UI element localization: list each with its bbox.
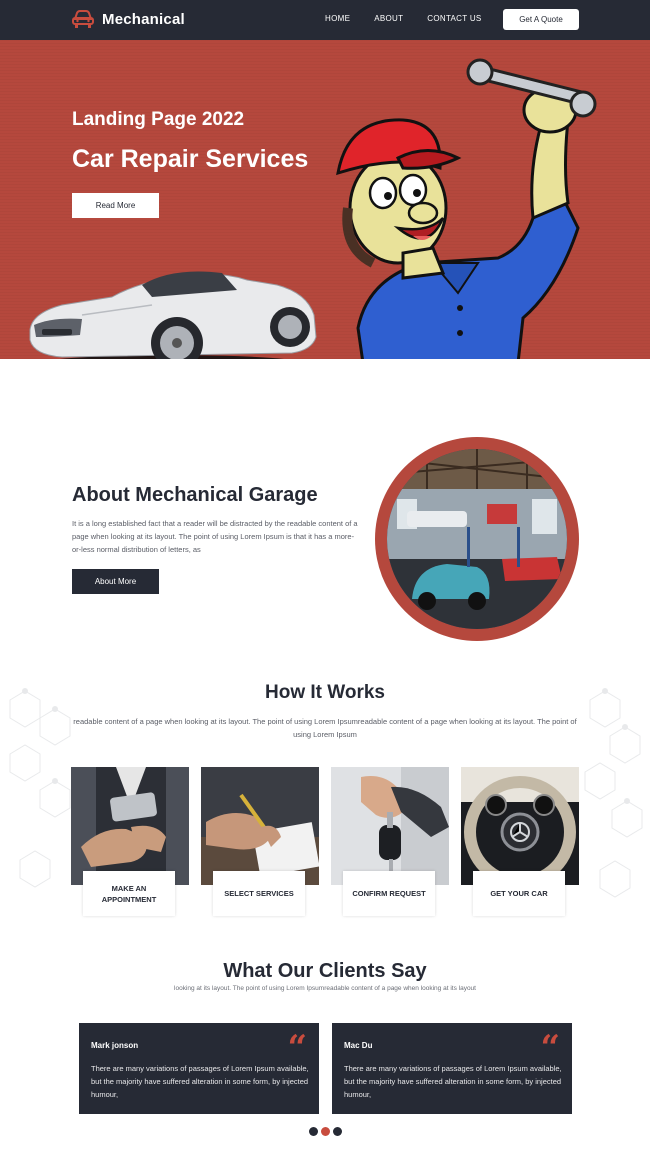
testimonial-text: There are many variations of passages of… <box>91 1064 309 1099</box>
steering-wheel-photo <box>461 767 579 885</box>
testimonial-author: Mac Du <box>344 1041 373 1050</box>
slider-dot-1[interactable] <box>309 1127 318 1136</box>
clients-description: looking at its layout. The point of usin… <box>174 985 476 992</box>
hero-subtitle: Landing Page 2022 <box>72 109 245 130</box>
car-keys-photo <box>331 767 449 885</box>
nav-home[interactable]: HOME <box>325 14 350 23</box>
step-card-get-car[interactable]: GET YOUR CAR <box>461 767 579 916</box>
slider-dot-3[interactable] <box>333 1127 342 1136</box>
top-navbar: Mechanical HOME ABOUT CONTACT US Get A Q… <box>0 0 650 40</box>
logo[interactable]: Mechanical <box>72 9 185 29</box>
testimonial-card: Mark jonson “ There are many variations … <box>79 1023 319 1114</box>
step-card-services[interactable]: SELECT SERVICES <box>201 767 319 916</box>
brand-name: Mechanical <box>102 10 185 28</box>
mechanic-mascot-illustration <box>336 58 597 359</box>
step-label: GET YOUR CAR <box>473 871 565 916</box>
nav-about[interactable]: ABOUT <box>374 14 403 23</box>
testimonial-card: Mac Du “ There are many variations of pa… <box>332 1023 572 1114</box>
garage-photo <box>387 449 567 629</box>
quote-icon: “ <box>540 1028 560 1068</box>
about-description: It is a long established fact that a rea… <box>72 519 358 554</box>
about-title: About Mechanical Garage <box>72 484 318 506</box>
hero-title: Car Repair Services <box>72 145 309 173</box>
how-it-works-description: readable content of a page when looking … <box>73 717 577 739</box>
slider-dots <box>309 1127 345 1136</box>
hero-banner: Landing Page 2022 Car Repair Services Re… <box>0 40 650 359</box>
signing-document-photo <box>201 767 319 885</box>
read-more-button[interactable]: Read More <box>72 193 159 218</box>
car-logo-icon <box>72 10 94 28</box>
quote-icon: “ <box>287 1028 307 1068</box>
step-label: MAKE AN APPOINTMENT <box>83 871 175 916</box>
step-label: SELECT SERVICES <box>213 871 305 916</box>
step-card-confirm[interactable]: CONFIRM REQUEST <box>331 767 449 916</box>
slider-dot-2[interactable] <box>321 1127 330 1136</box>
get-quote-button[interactable]: Get A Quote <box>503 9 579 30</box>
how-it-works-title: How It Works <box>265 682 385 703</box>
clients-title: What Our Clients Say <box>223 960 427 982</box>
step-card-appointment[interactable]: MAKE AN APPOINTMENT <box>71 767 189 916</box>
garage-photo-frame <box>375 437 579 641</box>
testimonial-author: Mark jonson <box>91 1041 139 1050</box>
nav-links: HOME ABOUT CONTACT US <box>325 14 506 23</box>
nav-contact[interactable]: CONTACT US <box>427 14 481 23</box>
about-more-button[interactable]: About More <box>72 569 159 594</box>
step-label: CONFIRM REQUEST <box>343 871 435 916</box>
testimonial-text: There are many variations of passages of… <box>344 1064 562 1099</box>
phone-in-hand-photo <box>71 767 189 885</box>
sports-car-illustration <box>29 271 317 359</box>
